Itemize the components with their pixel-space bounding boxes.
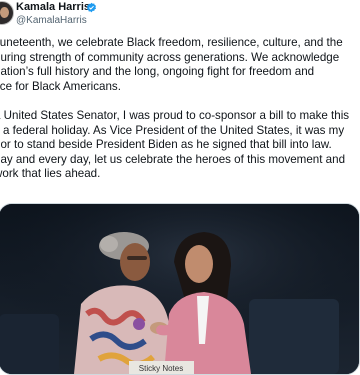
tweet-header: Kamala Harris @KamalaHarris	[0, 0, 360, 30]
tweet-line: day and every day, let us celebrate the …	[0, 152, 346, 166]
author-avatar[interactable]	[0, 1, 14, 25]
tweet-text: Juneteenth, we celebrate Black freedom, …	[0, 36, 360, 182]
tweet-line: tice for Black Americans.	[0, 79, 121, 93]
tweet-line: work that lies ahead.	[0, 167, 101, 181]
tweet-line: Juneteenth, we celebrate Black freedom, …	[0, 36, 343, 49]
tweet-line: a United States Senator, I was proud to …	[0, 108, 350, 122]
tweet-line: nation’s full history and the long, ongo…	[0, 65, 315, 79]
sticky-notes-sign: Sticky Notes	[139, 364, 183, 373]
tweet-photo[interactable]: Sticky Notes	[0, 203, 360, 375]
tweet-line: y a federal holiday. As Vice President o…	[0, 123, 345, 137]
photo-illustration: Sticky Notes	[0, 204, 359, 374]
verified-badge-icon	[86, 2, 97, 13]
author-handle[interactable]: @KamalaHarris	[16, 15, 87, 26]
tweet-line: nor to stand beside President Biden as h…	[0, 138, 332, 152]
tweet-line: during strength of community across gene…	[0, 50, 340, 64]
author-display-name[interactable]: Kamala Harris	[16, 1, 90, 13]
